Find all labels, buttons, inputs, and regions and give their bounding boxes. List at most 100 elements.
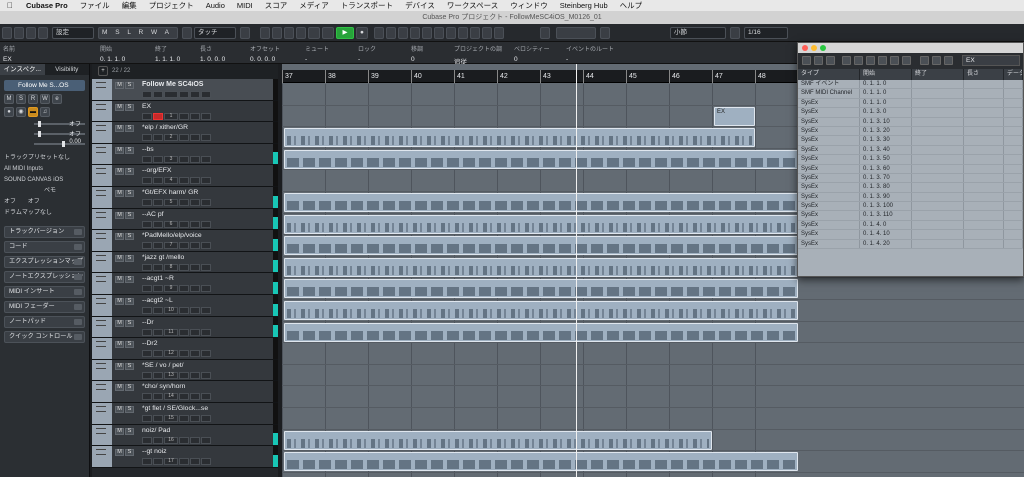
- inspector-track-name[interactable]: Follow Me S...OS: [4, 80, 85, 91]
- event-data[interactable]: [1004, 230, 1023, 239]
- play-tool-icon[interactable]: [482, 27, 492, 39]
- tab-visibility[interactable]: Visibility: [45, 64, 90, 75]
- solo-button[interactable]: S: [125, 125, 134, 133]
- stop-icon[interactable]: [322, 27, 334, 39]
- track-lane[interactable]: [282, 365, 1024, 387]
- mute-button[interactable]: M: [115, 276, 124, 284]
- edit-button[interactable]: [201, 134, 211, 142]
- track-controls[interactable]: 15: [142, 414, 211, 422]
- track-name[interactable]: --Dr2: [142, 340, 262, 347]
- event-start[interactable]: 0. 1. 3. 50: [860, 155, 912, 164]
- write-button[interactable]: [190, 242, 200, 250]
- tab-inspector[interactable]: インスペク...: [0, 64, 45, 75]
- track-controls[interactable]: 9: [142, 285, 211, 293]
- solo-button[interactable]: S: [125, 449, 134, 457]
- solo-button[interactable]: S: [125, 82, 134, 89]
- record-icon[interactable]: ●: [356, 27, 368, 39]
- panel-quick-controls[interactable]: クイック コントロール: [4, 331, 85, 343]
- read-button[interactable]: R: [28, 94, 38, 104]
- settings-icon[interactable]: [814, 56, 823, 65]
- solo-button[interactable]: S: [125, 189, 134, 197]
- record-button[interactable]: [153, 155, 163, 163]
- monitor-button[interactable]: [142, 458, 152, 466]
- automation-mode-select[interactable]: タッチ: [194, 27, 236, 39]
- track-name[interactable]: *PadMello/elp/voice: [142, 232, 262, 239]
- record-button[interactable]: [153, 112, 163, 120]
- info-project-key[interactable]: プロジェクトの調 追従: [454, 44, 502, 66]
- track-lane[interactable]: [282, 408, 1024, 430]
- track-row[interactable]: M S *gt flet / SE/Glock...se 15: [92, 402, 278, 425]
- monitor-button[interactable]: [142, 198, 152, 206]
- read-button[interactable]: [179, 155, 189, 163]
- erase-tool-icon[interactable]: [422, 27, 432, 39]
- menu-devices[interactable]: デバイス: [399, 0, 441, 11]
- event-data[interactable]: [1004, 192, 1023, 202]
- mute-solo-buttons[interactable]: MS: [115, 233, 134, 241]
- panel-midi-inserts[interactable]: MIDI インサート: [4, 286, 85, 298]
- event-end[interactable]: [912, 98, 964, 108]
- monitor-button[interactable]: [142, 306, 152, 314]
- menu-edit[interactable]: 編集: [116, 0, 143, 11]
- rewind-icon[interactable]: [260, 27, 270, 39]
- solo-button[interactable]: S: [125, 319, 134, 327]
- solo-button[interactable]: S: [125, 297, 134, 305]
- event-start[interactable]: 0. 1. 3. 40: [860, 145, 912, 155]
- event-start[interactable]: 0. 1. 3. 110: [860, 211, 912, 220]
- track-row[interactable]: M S *PadMello/elp/voice 7: [92, 230, 278, 252]
- mute-solo-buttons[interactable]: MS: [115, 168, 134, 176]
- event-length[interactable]: [964, 220, 1004, 230]
- track-row[interactable]: M S --acgt2 ~L 10: [92, 294, 278, 317]
- solo-button[interactable]: S: [125, 405, 134, 413]
- edit-button[interactable]: [201, 220, 211, 228]
- panel-expression-map[interactable]: エクスプレッションマップ: [4, 256, 85, 268]
- event-data[interactable]: [1004, 145, 1023, 155]
- menu-media[interactable]: メディア: [293, 0, 334, 11]
- record-button[interactable]: [153, 285, 163, 293]
- edit-button[interactable]: [201, 458, 211, 466]
- event-length[interactable]: [964, 108, 1004, 117]
- track-name[interactable]: *gt flet / SE/Glock...se: [142, 405, 262, 412]
- edit-button[interactable]: [201, 91, 211, 98]
- edit-button[interactable]: [201, 198, 211, 206]
- monitor-button[interactable]: [142, 155, 152, 163]
- event-row[interactable]: SMF MIDI Channel 0. 1. 1. 0: [798, 89, 1023, 99]
- event-data[interactable]: [1004, 173, 1023, 183]
- event-row[interactable]: SysEx 0. 1. 3. 0: [798, 108, 1023, 118]
- automation-icon[interactable]: [182, 27, 192, 39]
- monitor-button[interactable]: [142, 436, 152, 444]
- midi-part[interactable]: [284, 430, 712, 450]
- line-tool-icon[interactable]: [470, 27, 480, 39]
- event-data[interactable]: [1004, 211, 1023, 220]
- read-button[interactable]: [179, 91, 189, 98]
- track-controls[interactable]: 7: [142, 242, 211, 250]
- panel-note-expression[interactable]: ノートエクスプレッション: [4, 271, 85, 283]
- quantize-icon[interactable]: [730, 27, 740, 39]
- col-data[interactable]: データ: [1004, 69, 1023, 80]
- event-length[interactable]: [964, 89, 1004, 98]
- track-controls[interactable]: 11: [142, 328, 211, 336]
- panel-chords[interactable]: コード: [4, 241, 85, 253]
- mute-tool-icon[interactable]: [890, 56, 899, 65]
- record-button[interactable]: [153, 458, 163, 466]
- solo-button[interactable]: S: [125, 254, 134, 262]
- track-name[interactable]: noiz/ Pad: [142, 427, 262, 434]
- mute-solo-buttons[interactable]: MS: [115, 405, 134, 413]
- read-button[interactable]: [179, 436, 189, 444]
- edit-button[interactable]: [201, 285, 211, 293]
- solo-button[interactable]: S: [125, 362, 134, 370]
- event-row[interactable]: SysEx 0. 1. 3. 80: [798, 183, 1023, 193]
- range-tool-icon[interactable]: [386, 27, 396, 39]
- track-row[interactable]: M S Follow Me SC4iOS: [92, 79, 278, 101]
- mute-button[interactable]: M: [115, 254, 124, 262]
- edit-button[interactable]: [201, 306, 211, 314]
- track-row[interactable]: M S *Gt/EFX harm/ GR 5: [92, 186, 278, 209]
- monitor-button[interactable]: [142, 177, 152, 185]
- event-row[interactable]: SysEx 0. 1. 3. 70: [798, 173, 1023, 184]
- event-start[interactable]: 0. 1. 3. 60: [860, 164, 912, 173]
- record-enable-button[interactable]: ●: [4, 107, 14, 117]
- track-name[interactable]: *jazz gt /mello: [142, 254, 262, 261]
- panel-midi-fader[interactable]: MIDI フェーダー: [4, 301, 85, 313]
- info-length[interactable]: 長さ 1. 0. 0. 0: [200, 44, 225, 63]
- solo-button[interactable]: S: [125, 341, 134, 349]
- play-icon[interactable]: ▶: [336, 27, 354, 39]
